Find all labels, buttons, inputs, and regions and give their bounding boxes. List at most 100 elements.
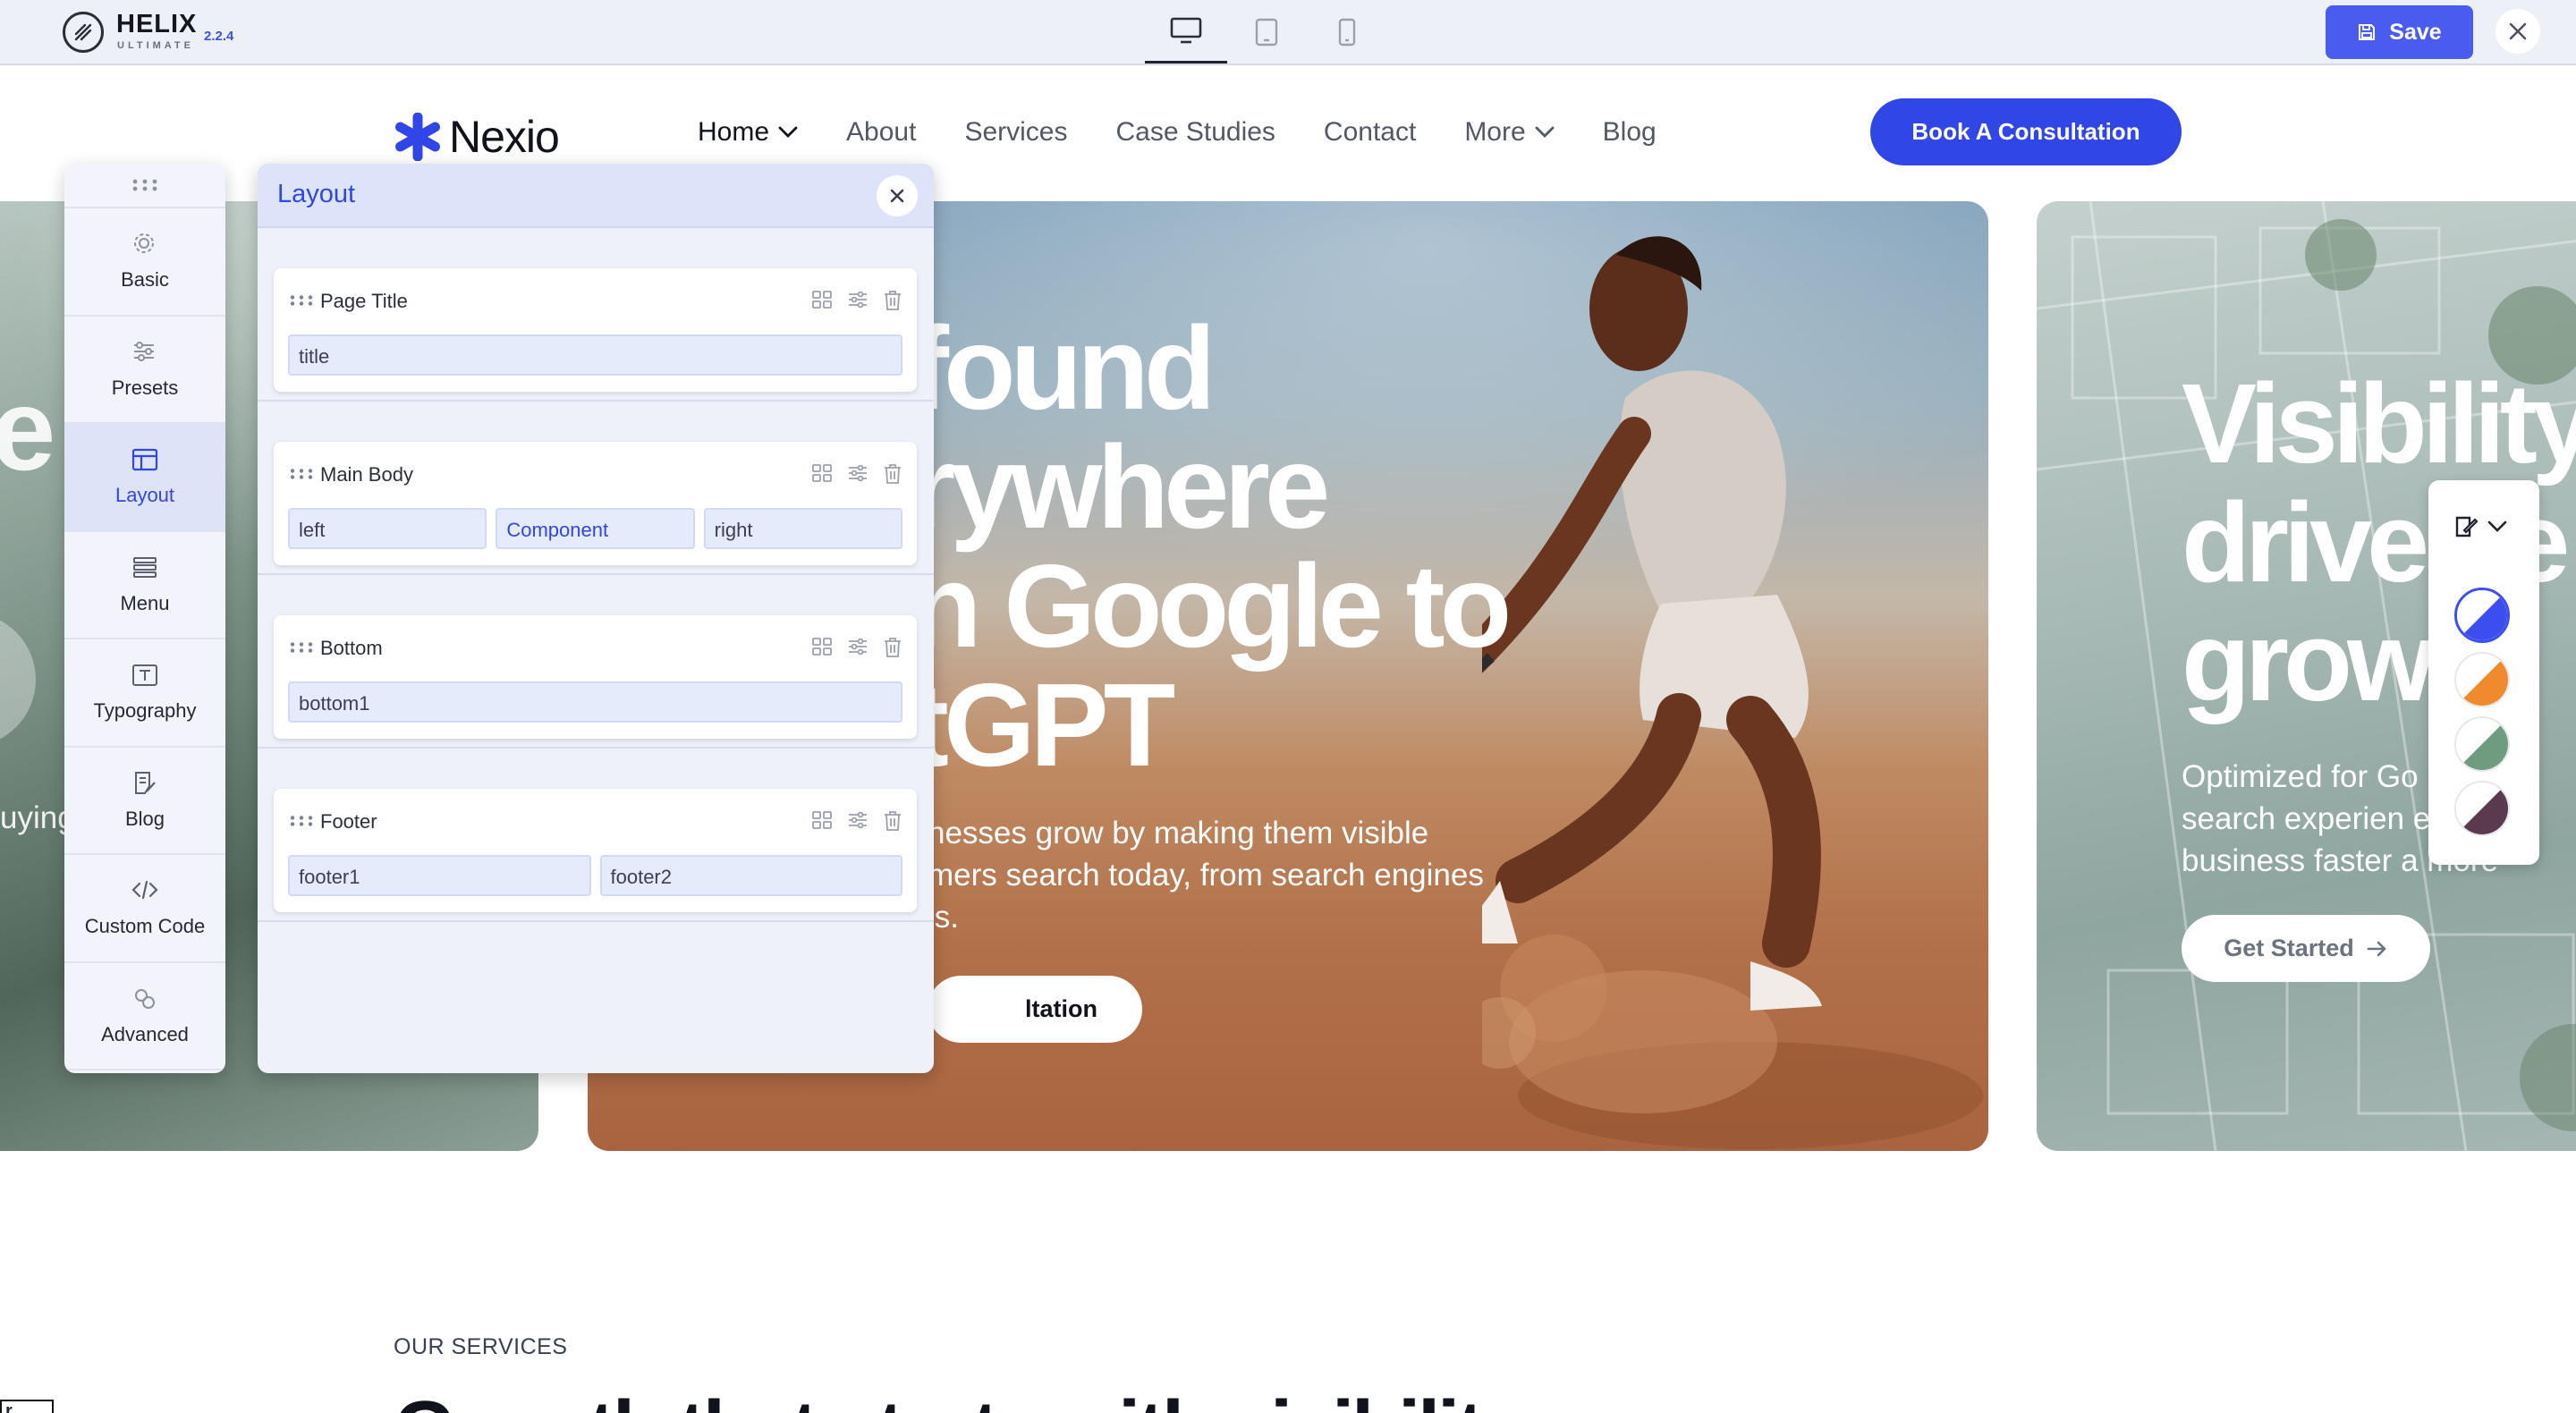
row-drag-handle[interactable] <box>290 642 313 653</box>
chevron-down-icon <box>2487 520 2507 532</box>
sidebar-item-layout[interactable]: Layout <box>64 424 225 532</box>
row-drag-handle[interactable] <box>290 295 313 306</box>
site-logo[interactable]: Nexio <box>394 111 560 163</box>
sidebar-item-menu[interactable]: Menu <box>64 532 225 639</box>
device-tablet-button[interactable] <box>1225 0 1308 63</box>
layout-row-card[interactable]: Main Body left Component right <box>274 442 917 565</box>
trash-icon[interactable] <box>883 290 902 311</box>
layout-column[interactable]: left <box>288 508 487 549</box>
nav-item-services[interactable]: Services <box>964 117 1067 148</box>
nav-item-label: Contact <box>1323 117 1417 147</box>
row-settings-icon[interactable] <box>847 290 869 309</box>
grid-layout-icon[interactable] <box>811 637 833 656</box>
layout-column[interactable]: Component <box>496 508 695 549</box>
drag-handle-icon <box>290 295 313 306</box>
close-editor-button[interactable] <box>2496 9 2540 54</box>
next-slide-heading-line: Visibility <box>2182 360 2576 487</box>
color-swatch-blue[interactable] <box>2454 588 2510 643</box>
row-settings-icon[interactable] <box>847 810 869 830</box>
layout-columns: left Component right <box>288 508 902 549</box>
sidebar-item-advanced[interactable]: Advanced <box>64 963 225 1070</box>
get-started-button[interactable]: Get Started <box>2182 915 2430 982</box>
layout-panel-header[interactable]: Layout <box>258 164 934 228</box>
layout-column[interactable]: bottom1 <box>288 681 902 723</box>
nav-item-about[interactable]: About <box>846 117 916 148</box>
row-actions <box>811 810 902 832</box>
sidebar-item-label: Blog <box>124 807 165 830</box>
color-swatch-plum[interactable] <box>2454 781 2510 836</box>
save-button[interactable]: Save <box>2326 5 2473 59</box>
chevron-down-icon <box>1535 126 1555 138</box>
sidebar-item-label: Basic <box>121 268 169 292</box>
sidebar-item-label: Custom Code <box>84 915 206 938</box>
services-heading: Growth that starts with visibility <box>394 1384 1526 1413</box>
nav-item-more[interactable]: More <box>1464 117 1555 148</box>
row-drag-handle[interactable] <box>290 469 313 479</box>
nav-item-blog[interactable]: Blog <box>1603 117 1657 148</box>
layout-panel: Layout Page Title title Main Body left Compo… <box>258 164 934 1073</box>
asterisk-logo-icon <box>395 113 440 161</box>
hero-consultation-button[interactable]: ltation <box>928 976 1142 1043</box>
layout-icon <box>131 449 158 471</box>
color-swatch-green[interactable] <box>2454 716 2510 772</box>
layout-row: Footer footer1 footer2 <box>258 749 934 922</box>
trash-icon[interactable] <box>883 463 902 485</box>
sidebar-drag-handle[interactable] <box>64 164 225 208</box>
grid-layout-icon[interactable] <box>811 463 833 483</box>
device-mobile-button[interactable] <box>1306 0 1388 63</box>
swatch-half-fill <box>2456 783 2508 834</box>
close-icon <box>2509 22 2527 40</box>
row-settings-icon[interactable] <box>847 637 869 656</box>
hero-subtitle-line: mers search today, from search engines <box>928 858 1484 893</box>
layout-row-card[interactable]: Footer footer1 footer2 <box>274 789 917 912</box>
device-desktop-button[interactable] <box>1145 0 1227 63</box>
book-consultation-button[interactable]: Book A Consultation <box>1870 98 2182 165</box>
brand-version: 2.2.4 <box>204 29 234 44</box>
blog-icon <box>135 771 156 794</box>
hero-heading-line: n Google to <box>910 540 1512 672</box>
trash-icon[interactable] <box>883 810 902 832</box>
layout-columns: footer1 footer2 <box>288 855 902 896</box>
gear-icon <box>134 233 154 254</box>
sidebar-item-blog[interactable]: Blog <box>64 748 225 855</box>
layout-row-name: Bottom <box>320 637 383 659</box>
chevron-down-icon <box>778 126 798 138</box>
row-actions <box>811 290 902 311</box>
editor-topbar: HELIX ULTIMATE 2.2.4 Save <box>0 0 2576 65</box>
row-settings-icon[interactable] <box>847 463 869 483</box>
brand-subtitle: ULTIMATE <box>117 40 194 51</box>
palette-toggle[interactable] <box>2453 514 2507 539</box>
nav-item-label: Home <box>698 117 770 147</box>
nav-item-contact[interactable]: Contact <box>1324 117 1416 148</box>
hero-heading-line: found <box>910 302 1216 434</box>
sidebar-item-label: Menu <box>120 591 170 614</box>
color-swatch-orange[interactable] <box>2454 652 2510 707</box>
sidebar-item-custom-code[interactable]: Custom Code <box>64 855 225 963</box>
drag-handle-icon <box>290 469 313 479</box>
layout-row-card[interactable]: Bottom bottom1 <box>274 615 917 739</box>
slide-nav-arrow[interactable] <box>0 613 36 747</box>
layout-column[interactable]: footer1 <box>288 855 591 896</box>
mobile-icon <box>1338 18 1356 46</box>
layout-column[interactable]: title <box>288 334 902 376</box>
layout-column[interactable]: footer2 <box>599 855 902 896</box>
grid-layout-icon[interactable] <box>811 290 833 309</box>
layout-panel-title: Layout <box>277 180 356 208</box>
sidebar-item-typography[interactable]: Typography <box>64 639 225 748</box>
sidebar-item-presets[interactable]: Presets <box>64 317 225 424</box>
layout-column[interactable]: right <box>703 508 902 549</box>
layout-row: Page Title title <box>258 228 934 402</box>
layout-columns: bottom1 <box>288 681 902 723</box>
sidebar-item-basic[interactable]: Basic <box>64 208 225 317</box>
swatch-half-fill <box>2456 718 2508 770</box>
close-panel-button[interactable] <box>877 175 918 216</box>
grid-layout-icon[interactable] <box>811 810 833 830</box>
nav-item-case-studies[interactable]: Case Studies <box>1115 117 1275 148</box>
row-drag-handle[interactable] <box>290 816 313 826</box>
trash-icon[interactable] <box>883 637 902 658</box>
close-icon <box>890 189 904 203</box>
paint-icon <box>2455 516 2479 537</box>
nav-item-home[interactable]: Home <box>698 117 798 148</box>
layout-row-card[interactable]: Page Title title <box>274 268 917 392</box>
code-icon <box>131 881 158 900</box>
